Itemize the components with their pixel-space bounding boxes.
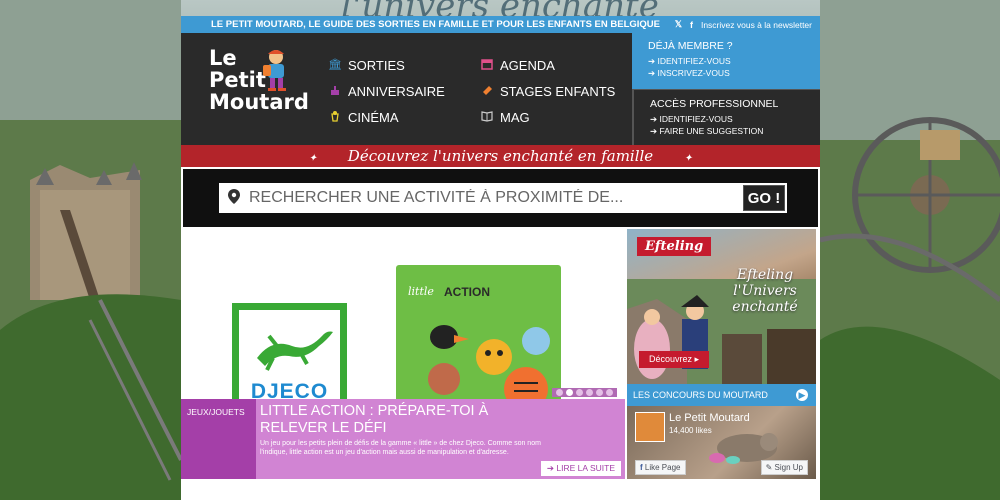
search-bar: GO ! xyxy=(183,169,818,227)
fb-page-name[interactable]: Le Petit Moutard xyxy=(669,412,750,424)
efteling-ad[interactable]: Efteling Efteling l'Univers enchanté Déc… xyxy=(627,229,816,384)
slider-dot[interactable] xyxy=(596,389,603,396)
nav-item-label: MAG xyxy=(500,109,530,125)
popcorn-icon xyxy=(328,110,342,124)
book-icon xyxy=(480,110,494,124)
nav-item-sorties[interactable]: 🏛 SORTIES xyxy=(328,52,480,78)
search-input[interactable] xyxy=(249,189,743,207)
read-more-button[interactable]: ➔ LIRE LA SUITE xyxy=(540,461,621,476)
sparkle-icon: ✦ xyxy=(308,153,318,164)
nav-item-anniversaire[interactable]: ANNIVERSAIRE xyxy=(328,78,480,104)
location-pin-icon xyxy=(219,189,249,207)
nav-item-agenda[interactable]: AGENDA xyxy=(480,52,630,78)
slider-dot[interactable] xyxy=(606,389,613,396)
mascot-icon xyxy=(263,50,286,91)
feature-overlay: JEUX/JOUETS LITTLE ACTION : PRÉPARE-TOI … xyxy=(181,388,625,479)
calendar-icon xyxy=(480,58,494,72)
pro-heading: ACCÈS PROFESSIONNEL xyxy=(650,98,779,110)
header-main: Le Petit Moutard 🏛 SORTIES AGENDA ANNIVE… xyxy=(181,33,632,145)
fb-like-page-button[interactable]: f Like Page xyxy=(635,460,686,475)
ad-headline: Efteling l'Univers enchanté xyxy=(732,267,798,315)
fb-like-count: 14,400 likes xyxy=(669,426,712,435)
nav-item-label: STAGES ENFANTS xyxy=(500,83,616,99)
nav-item-cinema[interactable]: CINÉMA xyxy=(328,104,480,130)
slider-dot[interactable] xyxy=(586,389,593,396)
nav-item-label: SORTIES xyxy=(348,57,405,73)
sparkle-icon: ✦ xyxy=(683,153,693,164)
box-title: ACTION xyxy=(444,285,490,299)
site-tagline: LE PETIT MOUTARD, LE GUIDE DES SORTIES E… xyxy=(211,19,660,30)
member-register-link[interactable]: ➔ INSCRIVEZ-VOUS xyxy=(648,67,820,79)
site-container: LE PETIT MOUTARD, LE GUIDE DES SORTIES E… xyxy=(181,16,820,500)
slider-dot[interactable] xyxy=(576,389,583,396)
banner-text: Découvrez l'univers enchanté en famille xyxy=(347,147,654,165)
contest-header[interactable]: LES CONCOURS DU MOUTARD ▶ xyxy=(627,384,816,406)
facebook-widget: Le Petit Moutard 14,400 likes f Like Pag… xyxy=(627,406,816,479)
feature-title[interactable]: LITTLE ACTION : PRÉPARE-TOI À RELEVER LE… xyxy=(260,403,520,437)
main-content: DJECO little ACTION JEUX/JOUETS LITTLE A… xyxy=(181,229,820,479)
member-login-link[interactable]: ➔ IDENTIFIEZ-VOUS xyxy=(648,55,820,67)
nav-item-label: AGENDA xyxy=(500,57,555,73)
product-box-image: little ACTION xyxy=(396,265,561,415)
site-logo[interactable]: Le Petit Moutard xyxy=(181,33,321,145)
lizard-icon xyxy=(257,331,333,371)
fb-sign-up-button[interactable]: ✎ Sign Up xyxy=(760,460,808,475)
slider-dots xyxy=(552,388,617,397)
efteling-logo: Efteling xyxy=(637,237,712,256)
feature-excerpt: Un jeu pour les petits plein de défis de… xyxy=(260,440,541,456)
background-scenery-left xyxy=(0,0,181,500)
logo-line-3: Moutard xyxy=(209,90,309,114)
pro-suggest-link[interactable]: ➔ FAIRE UNE SUGGESTION xyxy=(650,125,820,137)
nav-item-stages-enfants[interactable]: STAGES ENFANTS xyxy=(480,78,630,104)
arrow-right-icon: ▶ xyxy=(796,389,808,401)
top-bar: LE PETIT MOUTARD, LE GUIDE DES SORTIES E… xyxy=(181,16,820,33)
pro-box: ACCÈS PROFESSIONNEL ➔ IDENTIFIEZ-VOUS ➔ … xyxy=(632,89,820,145)
newsletter-link[interactable]: Inscrivez vous à la newsletter xyxy=(701,20,812,30)
museum-icon: 🏛 xyxy=(328,59,342,71)
search-go-button[interactable]: GO ! xyxy=(743,185,785,211)
nav-item-label: CINÉMA xyxy=(348,109,399,125)
account-panel: DÉJÀ MEMBRE ? ➔ IDENTIFIEZ-VOUS ➔ INSCRI… xyxy=(632,33,820,145)
box-script: little xyxy=(408,285,434,298)
search-box: GO ! xyxy=(219,183,787,213)
slider-dot[interactable] xyxy=(566,389,573,396)
pro-login-link[interactable]: ➔ IDENTIFIEZ-VOUS xyxy=(650,113,820,125)
page-avatar[interactable] xyxy=(635,412,665,442)
category-tag[interactable]: JEUX/JOUETS xyxy=(181,399,256,479)
slider-dot[interactable] xyxy=(556,389,563,396)
ticket-icon xyxy=(480,84,494,98)
cake-icon xyxy=(328,84,342,98)
featured-slider[interactable]: DJECO little ACTION JEUX/JOUETS LITTLE A… xyxy=(181,229,625,479)
nav-item-mag[interactable]: MAG xyxy=(480,104,630,130)
twitter-icon[interactable]: 𝕏 xyxy=(675,19,682,30)
ad-discover-button[interactable]: Découvrez ▸ xyxy=(639,351,710,368)
member-heading: DÉJÀ MEMBRE ? xyxy=(648,40,733,52)
nav-item-label: ANNIVERSAIRE xyxy=(348,83,445,99)
header: Le Petit Moutard 🏛 SORTIES AGENDA ANNIVE… xyxy=(181,33,820,145)
facebook-icon: f xyxy=(640,463,643,472)
promo-banner[interactable]: ✦ Découvrez l'univers enchanté en famill… xyxy=(181,145,820,167)
fb-cover-photo xyxy=(709,433,778,464)
contest-label: LES CONCOURS DU MOUTARD xyxy=(633,390,768,400)
sidebar: Efteling Efteling l'Univers enchanté Déc… xyxy=(627,229,816,479)
facebook-icon[interactable]: f xyxy=(690,20,693,30)
background-scenery-right xyxy=(820,0,1000,500)
main-nav: 🏛 SORTIES AGENDA ANNIVERSAIRE STAGES ENF… xyxy=(328,33,630,145)
member-box: DÉJÀ MEMBRE ? ➔ IDENTIFIEZ-VOUS ➔ INSCRI… xyxy=(632,33,820,89)
animals-illustration xyxy=(428,325,550,407)
